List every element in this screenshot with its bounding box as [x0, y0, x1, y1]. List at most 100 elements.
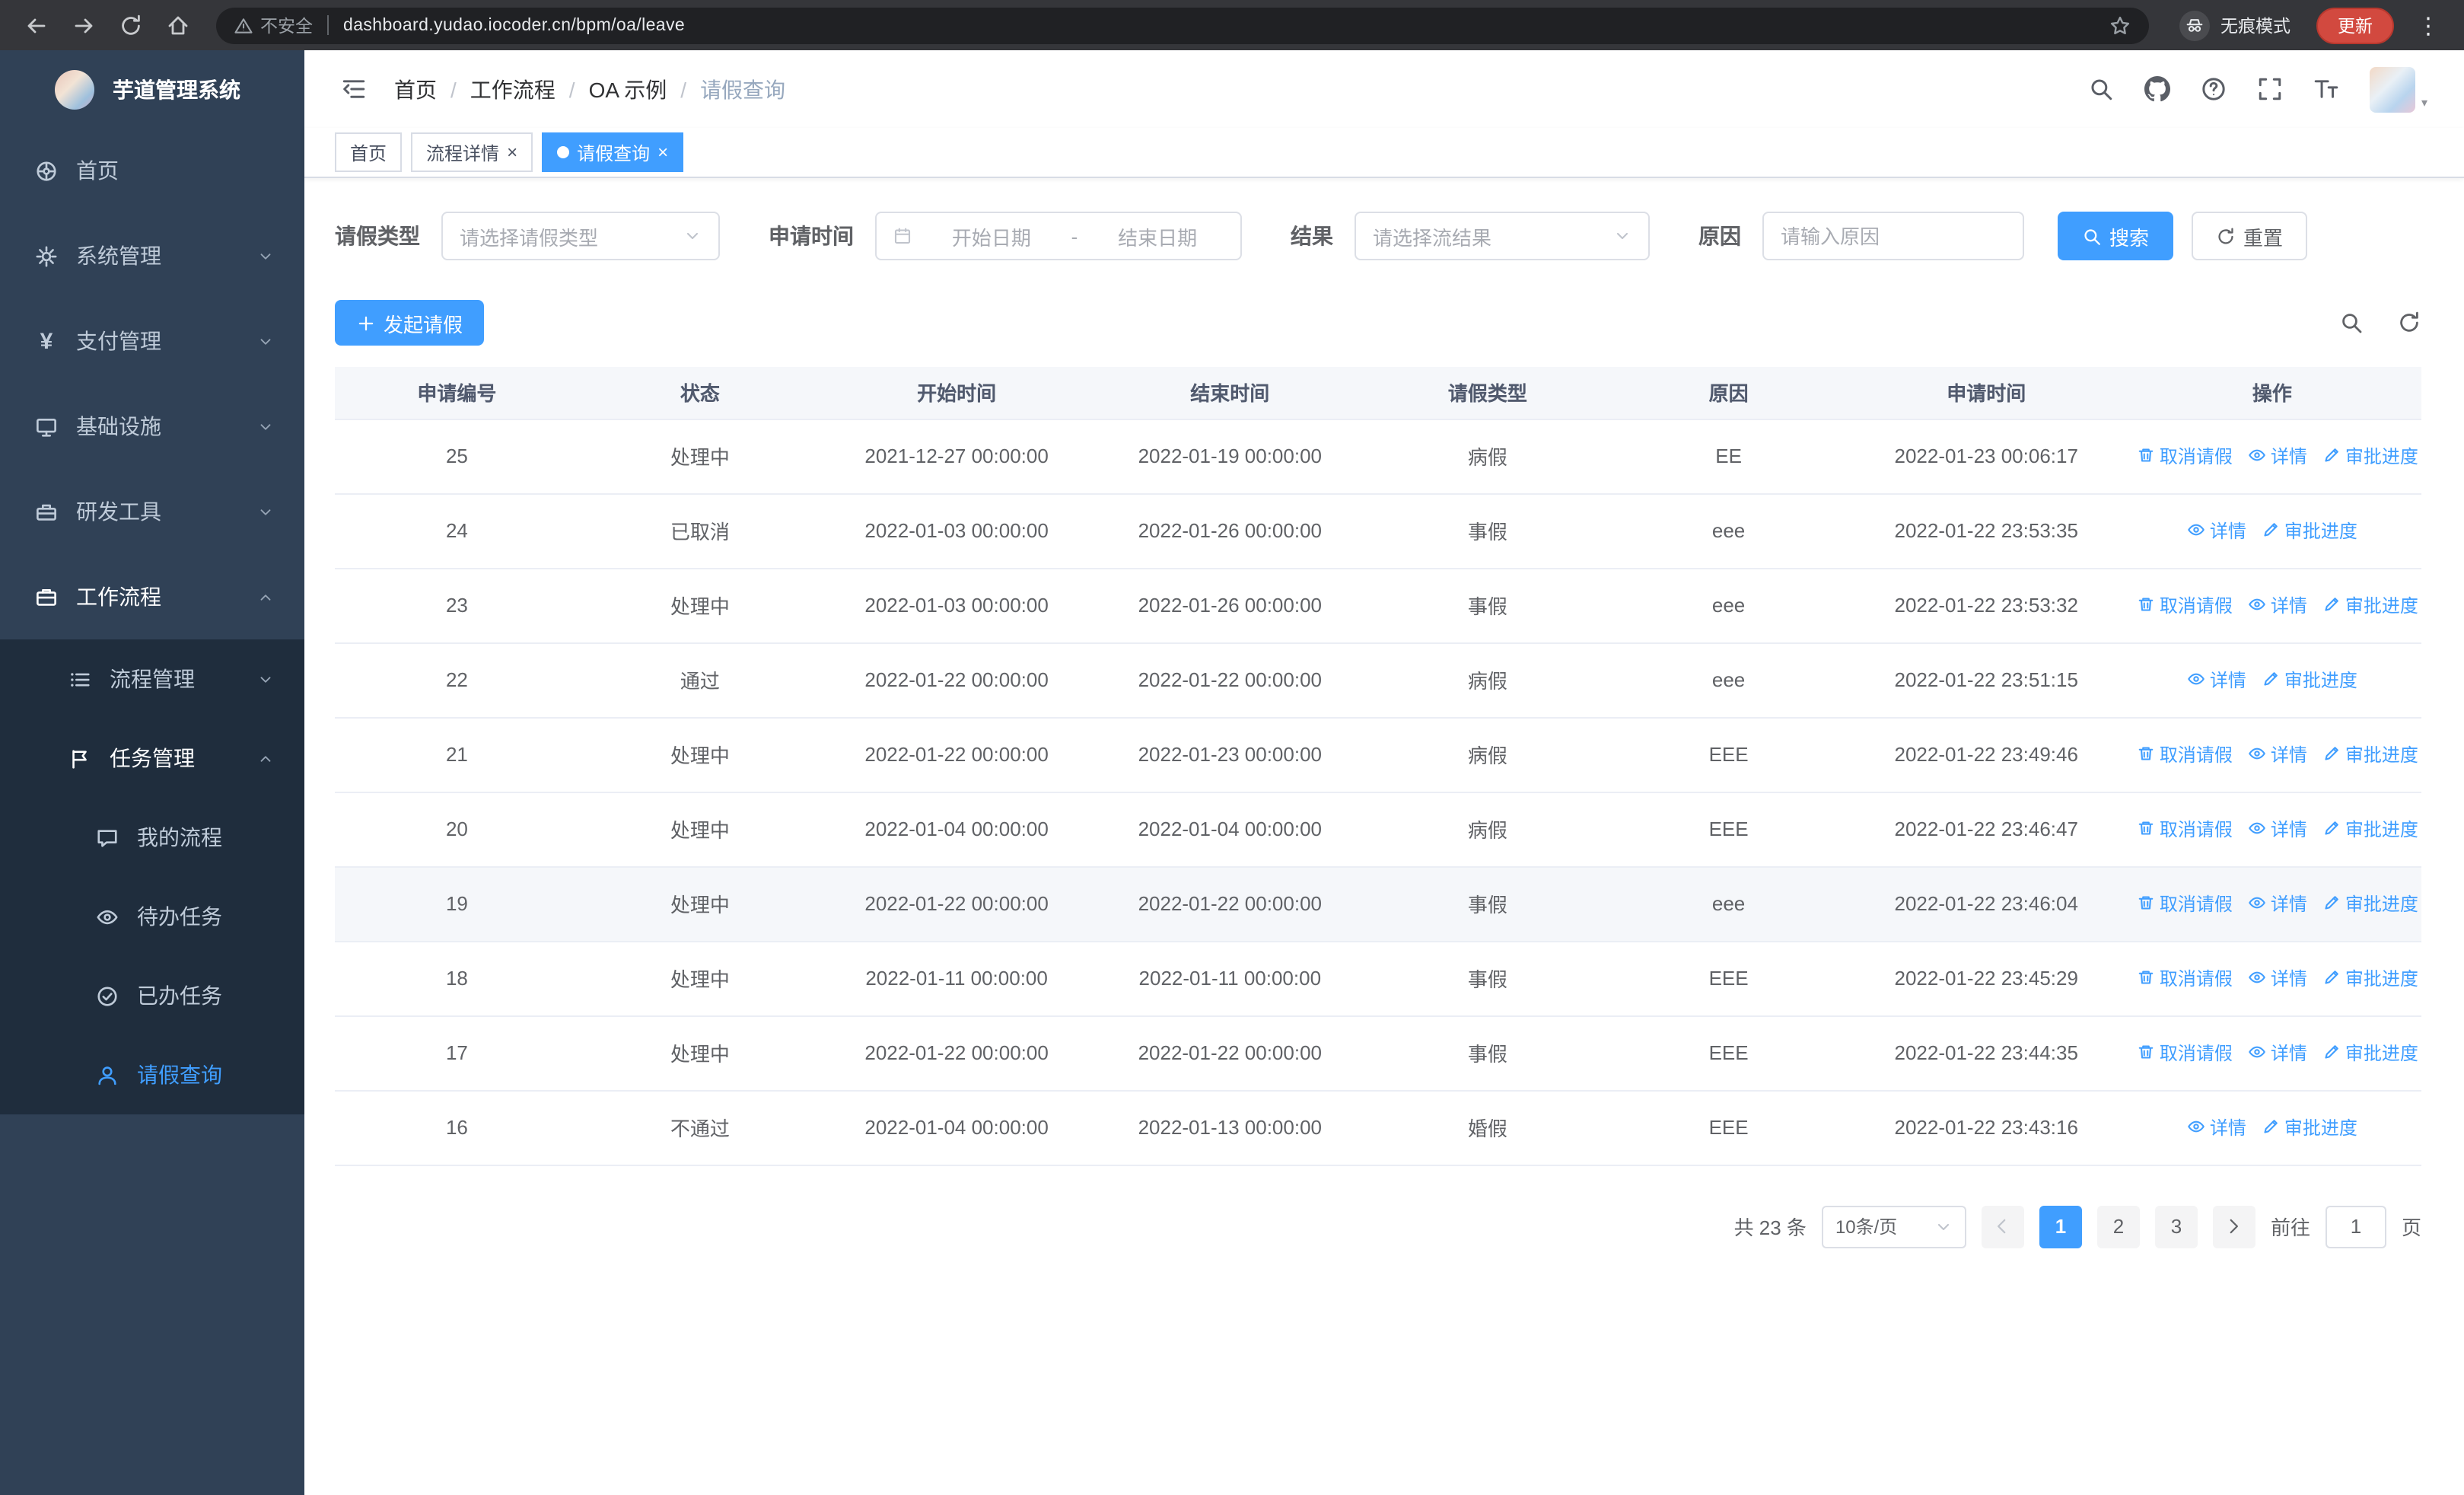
sidebar-item-infrastructure[interactable]: 基础设施	[0, 384, 304, 469]
page-button-3[interactable]: 3	[2154, 1205, 2198, 1248]
reset-button-label: 重置	[2243, 226, 2284, 249]
cell-start: 2022-01-03 00:00:00	[820, 568, 1093, 643]
delete-icon	[2137, 447, 2155, 465]
progress-action[interactable]: 审批进度	[2322, 592, 2418, 618]
sidebar-item-home[interactable]: 首页	[0, 128, 304, 213]
sidebar-item-task-mgmt[interactable]: 任务管理	[0, 719, 304, 798]
page-button-1[interactable]: 1	[2039, 1205, 2082, 1248]
detail-action[interactable]: 详情	[2248, 816, 2307, 842]
create-leave-button[interactable]: 发起请假	[335, 300, 485, 346]
cancel-action[interactable]: 取消请假	[2137, 816, 2233, 842]
cell-actions: 详情 审批进度	[2122, 1090, 2421, 1165]
font-size-icon[interactable]	[2313, 76, 2339, 102]
cancel-action[interactable]: 取消请假	[2137, 891, 2233, 916]
user-menu[interactable]: ▾	[2369, 66, 2427, 112]
sidebar-item-process-mgmt[interactable]: 流程管理	[0, 639, 304, 719]
github-icon[interactable]	[2144, 76, 2170, 102]
cancel-action[interactable]: 取消请假	[2137, 443, 2233, 469]
sidebar-item-my-process[interactable]: 我的流程	[0, 798, 304, 877]
sidebar-item-label: 待办任务	[137, 904, 222, 929]
table-row: 18 处理中 2022-01-11 00:00:00 2022-01-11 00:00…	[335, 941, 2421, 1016]
sidebar-item-leave-query[interactable]: 请假查询	[0, 1035, 304, 1114]
page-buttons: 123	[2039, 1205, 2198, 1248]
chevron-down-icon	[1613, 227, 1632, 245]
cell-end: 2022-01-23 00:00:00	[1092, 717, 1368, 792]
detail-action[interactable]: 详情	[2187, 1114, 2246, 1140]
goto-page-input[interactable]	[2325, 1205, 2386, 1248]
progress-action[interactable]: 审批进度	[2262, 1114, 2357, 1140]
tab-请假查询[interactable]: 请假查询 ×	[542, 132, 684, 172]
detail-action[interactable]: 详情	[2248, 965, 2307, 991]
eye-icon	[2248, 596, 2266, 614]
cell-applied: 2022-01-22 23:43:16	[1849, 1090, 2123, 1165]
fullscreen-icon[interactable]	[2257, 76, 2283, 102]
cell-applied: 2022-01-22 23:46:47	[1849, 792, 2123, 867]
cancel-action[interactable]: 取消请假	[2137, 741, 2233, 767]
back-button[interactable]	[15, 5, 56, 46]
browser-update-button[interactable]: 更新	[2316, 7, 2394, 43]
cell-reason: EEE	[1607, 1090, 1850, 1165]
sidebar-item-workflow[interactable]: 工作流程	[0, 554, 304, 639]
progress-action[interactable]: 审批进度	[2322, 443, 2418, 469]
page-button-2[interactable]: 2	[2096, 1205, 2140, 1248]
detail-action[interactable]: 详情	[2187, 518, 2246, 543]
detail-action[interactable]: 详情	[2248, 741, 2307, 767]
close-icon[interactable]: ×	[507, 143, 517, 161]
reason-input[interactable]	[1781, 225, 2006, 247]
breadcrumb-item[interactable]: OA 示例	[589, 74, 667, 104]
page-size-select[interactable]: 10条/页	[1821, 1205, 1966, 1248]
progress-action[interactable]: 审批进度	[2262, 518, 2357, 543]
progress-action[interactable]: 审批进度	[2322, 965, 2418, 991]
breadcrumb-item[interactable]: 首页	[394, 74, 437, 104]
sidebar-item-devtools[interactable]: 研发工具	[0, 469, 304, 554]
leave-type-select[interactable]: 请选择请假类型	[441, 212, 720, 260]
close-icon[interactable]: ×	[657, 143, 668, 161]
cancel-action[interactable]: 取消请假	[2137, 1040, 2233, 1066]
incognito-badge: 无痕模式	[2179, 10, 2291, 40]
progress-action[interactable]: 审批进度	[2322, 741, 2418, 767]
help-icon[interactable]	[2201, 76, 2227, 102]
detail-action[interactable]: 详情	[2248, 592, 2307, 618]
detail-action[interactable]: 详情	[2248, 1040, 2307, 1066]
search-button[interactable]: 搜索	[2058, 212, 2174, 260]
search-icon[interactable]	[2088, 76, 2114, 102]
toggle-search-button[interactable]	[2339, 311, 2364, 335]
sidebar-item-payment[interactable]: ¥ 支付管理	[0, 298, 304, 384]
reset-button[interactable]: 重置	[2192, 212, 2308, 260]
cell-type: 病假	[1367, 419, 1608, 494]
progress-action[interactable]: 审批进度	[2322, 1040, 2418, 1066]
home-button[interactable]	[157, 5, 198, 46]
monitor-icon	[33, 413, 59, 439]
detail-action[interactable]: 详情	[2187, 667, 2246, 693]
result-select[interactable]: 请选择流结果	[1355, 212, 1650, 260]
sidebar-item-system[interactable]: 系统管理	[0, 213, 304, 298]
forward-button[interactable]	[62, 5, 103, 46]
browser-menu-button[interactable]: ⋮	[2408, 11, 2449, 39]
collapse-menu-icon[interactable]	[341, 76, 367, 102]
breadcrumb-item[interactable]: 工作流程	[470, 74, 556, 104]
apply-time-range-picker[interactable]: 开始日期 - 结束日期	[875, 212, 1242, 260]
delete-icon	[2137, 894, 2155, 913]
detail-action[interactable]: 详情	[2248, 443, 2307, 469]
tab-流程详情[interactable]: 流程详情 ×	[411, 132, 533, 172]
progress-action[interactable]: 审批进度	[2262, 667, 2357, 693]
progress-action[interactable]: 审批进度	[2322, 891, 2418, 916]
address-bar[interactable]: 不安全 dashboard.yudao.iocoder.cn/bpm/oa/le…	[216, 7, 2149, 43]
sidebar-item-done-tasks[interactable]: 已办任务	[0, 956, 304, 1035]
bookmark-star-icon[interactable]	[2109, 14, 2131, 36]
cancel-action[interactable]: 取消请假	[2137, 592, 2233, 618]
next-page-button[interactable]	[2212, 1205, 2255, 1248]
column-header: 请假类型	[1367, 367, 1608, 419]
sidebar-item-todo-tasks[interactable]: 待办任务	[0, 877, 304, 956]
cancel-action[interactable]: 取消请假	[2137, 965, 2233, 991]
refresh-table-button[interactable]	[2397, 311, 2421, 335]
start-date-placeholder: 开始日期	[951, 226, 1031, 249]
edit-icon	[2322, 1044, 2341, 1062]
cell-start: 2022-01-22 00:00:00	[820, 1015, 1093, 1091]
progress-action[interactable]: 审批进度	[2322, 816, 2418, 842]
goto-suffix: 页	[2401, 1216, 2421, 1239]
prev-page-button[interactable]	[1981, 1205, 2024, 1248]
detail-action[interactable]: 详情	[2248, 891, 2307, 916]
tab-首页[interactable]: 首页	[335, 132, 403, 172]
reload-button[interactable]	[110, 5, 151, 46]
